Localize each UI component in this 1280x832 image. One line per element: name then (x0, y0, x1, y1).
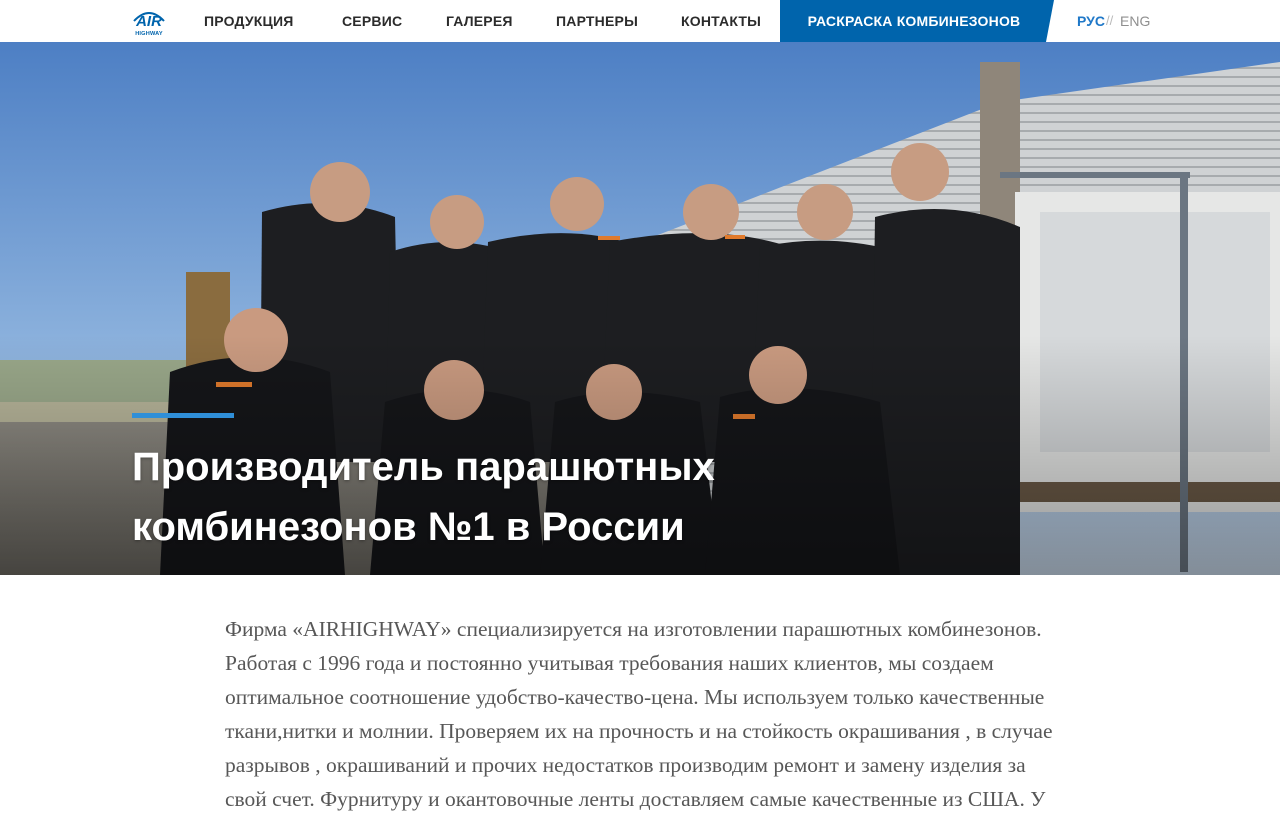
suit-coloring-label: РАСКРАСКА КОМБИНЕЗОНОВ (807, 13, 1021, 29)
hero-title: Производитель парашютных комбинезонов №1… (132, 437, 832, 557)
company-intro-text: Фирма «AIRHIGHWAY» специализируется на и… (225, 617, 1053, 811)
hero-banner: Производитель парашютных комбинезонов №1… (0, 42, 1280, 575)
airhighway-logo[interactable]: AIR HIGHWAY (131, 5, 167, 37)
nav-item-contacts[interactable]: КОНТАКТЫ (681, 0, 761, 42)
logo-text: AIR (135, 13, 162, 30)
hero-accent-line (132, 413, 234, 418)
language-separator: // (1106, 13, 1114, 28)
language-ru[interactable]: РУС (1077, 0, 1105, 42)
nav-item-products[interactable]: ПРОДУКЦИЯ (204, 0, 293, 42)
top-navigation: AIR HIGHWAY ПРОДУКЦИЯ СЕРВИС ГАЛЕРЕЯ ПАР… (0, 0, 1280, 42)
nav-item-partners[interactable]: ПАРТНЕРЫ (556, 0, 638, 42)
nav-item-gallery[interactable]: ГАЛЕРЕЯ (446, 0, 513, 42)
hero-title-line-1: Производитель парашютных (132, 445, 715, 489)
logo-icon: AIR HIGHWAY (133, 12, 165, 37)
language-en[interactable]: ENG (1120, 0, 1150, 42)
nav-item-service[interactable]: СЕРВИС (342, 0, 402, 42)
hero-title-line-2: комбинезонов №1 в России (132, 505, 685, 549)
suit-coloring-button[interactable]: РАСКРАСКА КОМБИНЕЗОНОВ (780, 0, 1056, 42)
logo-subtext: HIGHWAY (135, 31, 163, 37)
